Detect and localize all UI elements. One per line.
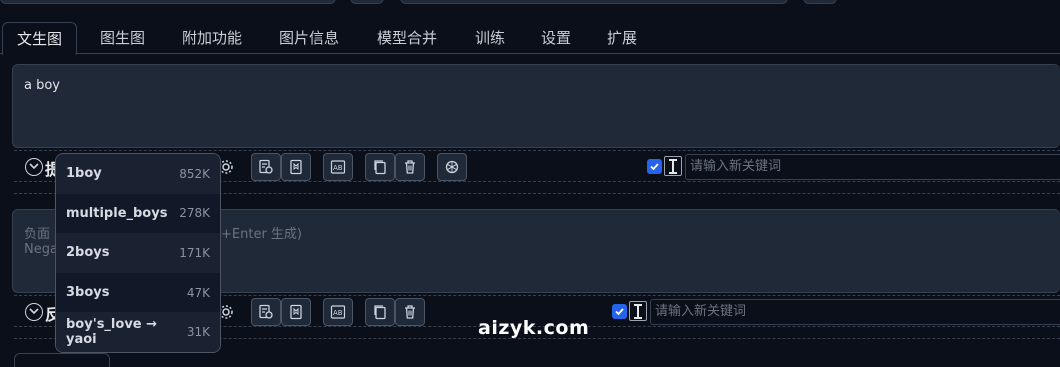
autocomplete-item[interactable]: 2boys 171K: [56, 233, 220, 273]
neg-keyword-input[interactable]: 请输入新关键词: [650, 299, 1060, 325]
neg-trash-icon[interactable]: [395, 298, 425, 326]
top-controls-strip: [0, 0, 1060, 6]
main-tabs: 文生图 图生图 附加功能 图片信息 模型合并 训练 设置 扩展: [0, 22, 1060, 55]
tab-png-info[interactable]: 图片信息: [277, 22, 341, 54]
top-field-left[interactable]: [0, 0, 336, 4]
autocomplete-item-name: multiple_boys: [66, 205, 168, 221]
toolbar-top-border: [14, 150, 1060, 151]
svg-text:AB: AB: [333, 309, 343, 317]
tab-img2img[interactable]: 图生图: [98, 22, 147, 54]
negative-placeholder-line1-tail: +Enter 生成): [221, 227, 302, 242]
watermark-text: aizyk.com: [478, 317, 590, 339]
trash-icon[interactable]: [395, 153, 425, 181]
neg-collapse-chevron-icon[interactable]: [25, 303, 43, 321]
positive-prompt-textarea[interactable]: a boy: [12, 64, 1060, 148]
autocomplete-item[interactable]: multiple_boys 278K: [56, 194, 220, 234]
neg-copy-icon[interactable]: [365, 298, 395, 326]
tab-extensions[interactable]: 扩展: [605, 22, 639, 54]
autocomplete-item-name: 2boys: [66, 245, 110, 261]
tab-train[interactable]: 训练: [473, 22, 507, 54]
autocomplete-item-count: 171K: [179, 245, 210, 260]
negative-placeholder-line1: 负面: [24, 227, 51, 242]
autocomplete-item-count: 278K: [179, 206, 210, 221]
tab-checkpoint-merger[interactable]: 模型合并: [375, 22, 439, 54]
autocomplete-dropdown: 1boy 852K multiple_boys 278K 2boys 171K …: [55, 153, 221, 353]
top-field-right[interactable]: [400, 0, 788, 4]
copy-icon[interactable]: [365, 153, 395, 181]
autocomplete-item-count: 852K: [179, 166, 210, 181]
autocomplete-item[interactable]: 1boy 852K: [56, 154, 220, 194]
neg-keyword-checkbox[interactable]: [612, 304, 627, 319]
autocomplete-item-name: 3boys: [66, 285, 110, 301]
positive-prompt-text: a boy: [24, 78, 60, 93]
text-cursor-icon: [664, 156, 682, 176]
tabs-divider: [0, 53, 1060, 54]
top-button-2[interactable]: [803, 0, 837, 4]
chatgpt-icon[interactable]: [437, 153, 467, 181]
translate-ab-icon[interactable]: AB: [323, 153, 353, 181]
autocomplete-item-count: 31K: [186, 325, 210, 340]
collapse-chevron-icon[interactable]: [25, 158, 43, 176]
tab-txt2img[interactable]: 文生图: [2, 22, 78, 55]
autocomplete-item[interactable]: 3boys 47K: [56, 273, 220, 313]
bottom-panel-edge: [14, 353, 110, 367]
history-file-icon[interactable]: [251, 153, 281, 181]
tab-extras[interactable]: 附加功能: [180, 22, 244, 54]
tab-settings[interactable]: 设置: [539, 22, 573, 54]
bookmark-icon[interactable]: [281, 153, 311, 181]
top-button-1[interactable]: [350, 0, 384, 4]
autocomplete-item[interactable]: boy's_love → yaoi 31K: [56, 312, 220, 352]
keyword-input[interactable]: 请输入新关键词: [685, 154, 1060, 180]
autocomplete-item-name: boy's_love → yaoi: [66, 317, 158, 348]
autocomplete-item-name: 1boy: [66, 166, 102, 182]
autocomplete-item-count: 47K: [186, 285, 210, 300]
neg-translate-ab-icon[interactable]: AB: [323, 298, 353, 326]
neg-text-cursor-icon: [629, 301, 647, 321]
neg-bookmark-icon[interactable]: [281, 298, 311, 326]
negative-placeholder-line2: Nega: [24, 242, 58, 257]
keyword-checkbox[interactable]: [647, 159, 662, 174]
svg-text:AB: AB: [333, 164, 343, 172]
neg-history-file-icon[interactable]: [251, 298, 281, 326]
